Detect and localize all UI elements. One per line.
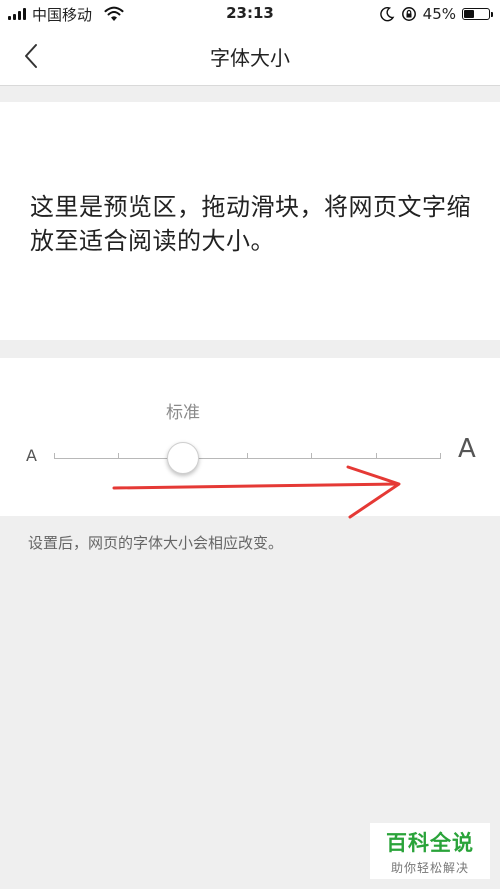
- font-size-slider-track[interactable]: [54, 442, 441, 474]
- font-size-slider-panel: 标准 A A: [0, 358, 500, 516]
- slider-tick: [247, 453, 248, 459]
- watermark-title: 百科全说: [386, 831, 474, 855]
- battery-percent: 45%: [422, 5, 456, 23]
- slider-tick: [440, 453, 441, 459]
- status-bar: 中国移动 23:13 45%: [0, 0, 500, 28]
- slider-tick: [54, 453, 55, 459]
- rotation-lock-icon: [401, 7, 416, 21]
- watermark: 百科全说 助你轻松解决: [370, 823, 490, 879]
- battery-fill: [464, 10, 474, 18]
- status-right: 45%: [379, 4, 493, 24]
- slider-tick: [376, 453, 377, 459]
- small-a-label: A: [26, 446, 37, 465]
- moon-icon: [379, 6, 394, 22]
- watermark-subtitle: 助你轻松解决: [390, 861, 469, 875]
- large-a-label: A: [458, 434, 476, 464]
- preview-text: 这里是预览区，拖动滑块，将网页文字缩放至适合阅读的大小。: [30, 193, 471, 255]
- slider-thumb[interactable]: [166, 442, 199, 474]
- current-size-label: 标准: [166, 403, 200, 423]
- navigation-bar: 字体大小: [0, 28, 500, 86]
- settings-note: 设置后，网页的字体大小会相应改变。: [28, 534, 284, 552]
- slider-tick: [118, 453, 119, 459]
- slider-tick: [311, 453, 312, 459]
- page-title: 字体大小: [210, 46, 290, 70]
- battery-icon: [462, 8, 493, 20]
- preview-panel: 这里是预览区，拖动滑块，将网页文字缩放至适合阅读的大小。: [0, 102, 500, 340]
